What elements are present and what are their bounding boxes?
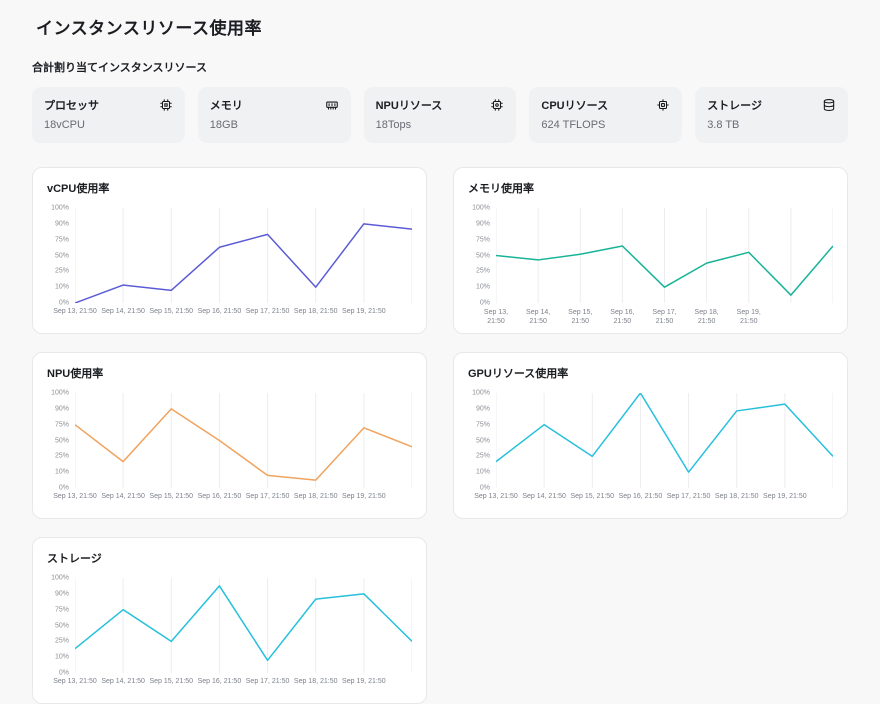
- line-plot: [75, 578, 412, 673]
- chart-card-vcpu: vCPU使用率 100%90%75%50%25%10%0% Sep 13, 21…: [32, 167, 427, 334]
- chart-title: NPU使用率: [47, 365, 412, 381]
- line-plot: [496, 208, 833, 303]
- resource-card-storage: ストレージ 3.8 TB: [695, 87, 848, 143]
- resource-card-npu: NPUリソース 18Tops: [364, 87, 517, 143]
- x-axis: Sep 13, 21:50Sep 14, 21:50Sep 15, 21:50S…: [75, 488, 412, 510]
- processor-icon: [159, 98, 173, 112]
- npu-icon: [490, 98, 504, 112]
- chart-card-memory: メモリ使用率 100%90%75%50%25%10%0% Sep 13, 21:…: [453, 167, 848, 334]
- line-plot: [496, 393, 833, 488]
- resource-label: NPUリソース: [376, 97, 443, 113]
- summary-section-title: 合計割り当てインスタンスリソース: [32, 59, 848, 75]
- resource-value: 18Tops: [376, 119, 505, 131]
- chart-card-npu: NPU使用率 100%90%75%50%25%10%0% Sep 13, 21:…: [32, 352, 427, 519]
- charts-grid: vCPU使用率 100%90%75%50%25%10%0% Sep 13, 21…: [32, 167, 848, 704]
- resource-card-memory: メモリ 18GB: [198, 87, 351, 143]
- resource-value: 3.8 TB: [707, 119, 836, 131]
- resource-label: プロセッサ: [44, 97, 99, 113]
- chart-title: vCPU使用率: [47, 180, 412, 196]
- y-axis: 100%90%75%50%25%10%0%: [45, 208, 75, 303]
- resource-card-processor: プロセッサ 18vCPU: [32, 87, 185, 143]
- dashboard-page: インスタンスリソース使用率 合計割り当てインスタンスリソース プロセッサ 18v…: [0, 0, 880, 704]
- chart-title: ストレージ: [47, 550, 412, 566]
- resource-card-cpu: CPUリソース 624 TFLOPS: [529, 87, 682, 143]
- y-axis: 100%90%75%50%25%10%0%: [45, 393, 75, 488]
- resource-summary-cards: プロセッサ 18vCPU メモリ: [32, 87, 848, 143]
- cpu-icon: [656, 98, 670, 112]
- resource-value: 18GB: [210, 119, 339, 131]
- resource-value: 18vCPU: [44, 119, 173, 131]
- memory-icon: [325, 98, 339, 112]
- storage-icon: [822, 98, 836, 112]
- resource-value: 624 TFLOPS: [541, 119, 670, 131]
- chart-title: GPUリソース使用率: [468, 365, 833, 381]
- x-axis: Sep 13, 21:50Sep 14, 21:50Sep 15, 21:50S…: [496, 488, 833, 510]
- x-axis: Sep 13, 21:50Sep 14, 21:50Sep 15, 21:50S…: [75, 673, 412, 695]
- chart-card-storage: ストレージ 100%90%75%50%25%10%0% Sep 13, 21:5…: [32, 537, 427, 704]
- chart-card-gpu: GPUリソース使用率 100%90%75%50%25%10%0% Sep 13,…: [453, 352, 848, 519]
- y-axis: 100%90%75%50%25%10%0%: [466, 393, 496, 488]
- page-title: インスタンスリソース使用率: [36, 14, 848, 39]
- chart-title: メモリ使用率: [468, 180, 833, 196]
- x-axis: Sep 13, 21:50Sep 14, 21:50Sep 15, 21:50S…: [496, 303, 833, 325]
- x-axis: Sep 13, 21:50Sep 14, 21:50Sep 15, 21:50S…: [75, 303, 412, 325]
- resource-label: メモリ: [210, 97, 243, 113]
- resource-label: ストレージ: [707, 97, 762, 113]
- resource-label: CPUリソース: [541, 97, 608, 113]
- line-plot: [75, 208, 412, 303]
- line-plot: [75, 393, 412, 488]
- y-axis: 100%90%75%50%25%10%0%: [466, 208, 496, 303]
- y-axis: 100%90%75%50%25%10%0%: [45, 578, 75, 673]
